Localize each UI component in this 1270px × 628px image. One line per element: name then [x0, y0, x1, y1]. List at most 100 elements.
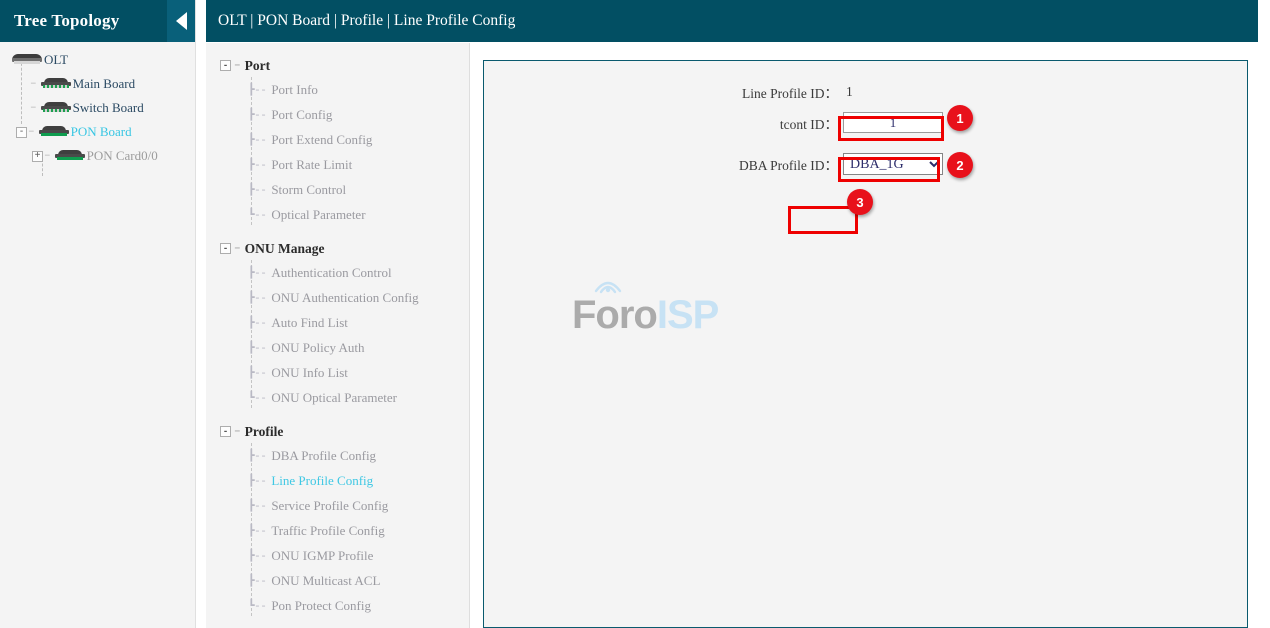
menu-item-label: Optical Parameter	[271, 207, 365, 223]
menu-group-label: ONU Manage	[245, 241, 325, 257]
menu-item-label: Port Config	[271, 107, 332, 123]
line-profile-id-value: 1	[846, 84, 853, 100]
menu-item-label: Port Rate Limit	[271, 157, 352, 173]
menu-item-onu-multicast-acl[interactable]: ┣-- ONU Multicast ACL	[206, 568, 469, 593]
line-profile-config-panel: Line Profile ID： 1 tcont ID： DBA Profile…	[483, 60, 1248, 628]
device-pon-board-icon	[39, 126, 69, 138]
menu-tick-icon: ┣--	[248, 524, 266, 538]
menu-tick-icon: ┣--	[248, 366, 266, 380]
tree-node-label: PON Card0/0	[87, 148, 158, 164]
menu-tick-icon: ┣--	[248, 341, 266, 355]
tree-topology-header: Tree Topology	[0, 0, 195, 42]
menu-group-profile[interactable]: - – Profile	[206, 420, 469, 443]
menu-connector-icon: –	[234, 60, 241, 72]
annotation-badge-1: 1	[947, 105, 973, 131]
menu-tick-icon: ┣--	[248, 183, 266, 197]
collapse-triangle-icon	[176, 12, 187, 30]
tree-node-switch-board[interactable]: – Switch Board	[0, 96, 195, 120]
menu-item-auto-find-list[interactable]: ┣-- Auto Find List	[206, 310, 469, 335]
menu-tick-icon: ┣--	[248, 449, 266, 463]
dba-profile-id-row: DBA Profile ID： DBA_1G	[484, 153, 1247, 175]
menu-item-onu-igmp-profile[interactable]: ┣-- ONU IGMP Profile	[206, 543, 469, 568]
menu-expander-icon[interactable]: -	[220, 243, 231, 254]
menu-item-label: Port Extend Config	[271, 132, 372, 148]
menu-tick-icon: ┗--	[248, 391, 266, 405]
annotation-badge-3: 3	[847, 189, 873, 215]
menu-tick-icon: ┣--	[248, 549, 266, 563]
tree-connector-icon: –	[28, 126, 35, 138]
tree-expander-collapse-icon[interactable]: -	[16, 127, 27, 138]
menu-item-label: ONU Info List	[271, 365, 348, 381]
menu-item-label: ONU Multicast ACL	[271, 573, 380, 589]
tree-topology-body: OLT – Main Board – Switch Board -	[0, 42, 195, 168]
tree-node-label: OLT	[44, 52, 68, 68]
device-board-icon	[41, 102, 71, 114]
menu-item-onu-authentication-config[interactable]: ┣-- ONU Authentication Config	[206, 285, 469, 310]
dba-profile-id-select[interactable]: DBA_1G	[843, 153, 943, 175]
menu-item-service-profile-config[interactable]: ┣-- Service Profile Config	[206, 493, 469, 518]
dba-profile-id-label: DBA Profile ID：	[484, 154, 838, 174]
breadcrumb-bar: OLT | PON Board | Profile | Line Profile…	[206, 0, 1258, 42]
tree-node-label: Switch Board	[73, 100, 144, 116]
tree-node-pon-board[interactable]: - – PON Board	[0, 120, 195, 144]
menu-item-label: DBA Profile Config	[271, 448, 376, 464]
navigation-menu-panel: - – Port ┣-- Port Info ┣-- Port Config ┣…	[206, 43, 470, 628]
tree-connector-icon: –	[30, 78, 37, 90]
menu-group-label: Profile	[245, 424, 284, 440]
menu-expander-icon[interactable]: -	[220, 426, 231, 437]
tree-node-olt[interactable]: OLT	[0, 48, 195, 72]
menu-tick-icon: ┣--	[248, 108, 266, 122]
menu-item-label: Storm Control	[271, 182, 346, 198]
menu-item-port-info[interactable]: ┣-- Port Info	[206, 77, 469, 102]
foroisp-watermark: Foro ISP	[572, 293, 718, 338]
tree-node-label: PON Board	[71, 124, 132, 140]
menu-item-label: Traffic Profile Config	[271, 523, 384, 539]
device-board-icon	[41, 78, 71, 90]
device-olt-icon	[12, 54, 42, 66]
tree-expander-expand-icon[interactable]: +	[32, 151, 43, 162]
tree-topology-title: Tree Topology	[0, 11, 119, 31]
menu-item-pon-protect-config[interactable]: ┗-- Pon Protect Config	[206, 593, 469, 618]
menu-item-onu-policy-auth[interactable]: ┣-- ONU Policy Auth	[206, 335, 469, 360]
menu-tick-icon: ┗--	[248, 599, 266, 613]
menu-group-onu-manage-items: ┣-- Authentication Control ┣-- ONU Authe…	[206, 260, 469, 410]
menu-tick-icon: ┣--	[248, 474, 266, 488]
menu-item-storm-control[interactable]: ┣-- Storm Control	[206, 177, 469, 202]
menu-item-optical-parameter[interactable]: ┗-- Optical Parameter	[206, 202, 469, 227]
tree-connector-icon: –	[44, 150, 51, 162]
menu-connector-icon: –	[234, 243, 241, 255]
watermark-text-secondary: ISP	[657, 293, 718, 338]
tcont-id-input[interactable]	[843, 112, 943, 133]
menu-item-onu-info-list[interactable]: ┣-- ONU Info List	[206, 360, 469, 385]
watermark-text-primary: Foro	[572, 293, 657, 338]
menu-item-traffic-profile-config[interactable]: ┣-- Traffic Profile Config	[206, 518, 469, 543]
antenna-signal-icon	[586, 271, 630, 295]
menu-item-onu-optical-parameter[interactable]: ┗-- ONU Optical Parameter	[206, 385, 469, 410]
menu-item-line-profile-config[interactable]: ┣-- Line Profile Config	[206, 468, 469, 493]
device-pon-card-icon	[55, 150, 85, 162]
tree-node-pon-card[interactable]: + – PON Card0/0	[0, 144, 195, 168]
menu-item-port-config[interactable]: ┣-- Port Config	[206, 102, 469, 127]
menu-group-onu-manage[interactable]: - – ONU Manage	[206, 237, 469, 260]
menu-item-port-rate-limit[interactable]: ┣-- Port Rate Limit	[206, 152, 469, 177]
menu-item-label: ONU Optical Parameter	[271, 390, 397, 406]
menu-group-port-items: ┣-- Port Info ┣-- Port Config ┣-- Port E…	[206, 77, 469, 227]
menu-tick-icon: ┣--	[248, 266, 266, 280]
menu-item-authentication-control[interactable]: ┣-- Authentication Control	[206, 260, 469, 285]
menu-expander-icon[interactable]: -	[220, 60, 231, 71]
menu-group-profile-items: ┣-- DBA Profile Config ┣-- Line Profile …	[206, 443, 469, 618]
tree-node-main-board[interactable]: – Main Board	[0, 72, 195, 96]
collapse-left-icon[interactable]	[167, 0, 195, 42]
menu-item-port-extend-config[interactable]: ┣-- Port Extend Config	[206, 127, 469, 152]
menu-group-port[interactable]: - – Port	[206, 54, 469, 77]
tree-connector-icon: –	[30, 102, 37, 114]
annotation-badge-2: 2	[947, 152, 973, 178]
menu-tick-icon: ┣--	[248, 499, 266, 513]
menu-item-label: Auto Find List	[271, 315, 348, 331]
menu-tick-icon: ┣--	[248, 83, 266, 97]
menu-tick-icon: ┣--	[248, 574, 266, 588]
menu-tick-icon: ┣--	[248, 291, 266, 305]
menu-item-dba-profile-config[interactable]: ┣-- DBA Profile Config	[206, 443, 469, 468]
menu-group-label: Port	[245, 58, 270, 74]
breadcrumb: OLT | PON Board | Profile | Line Profile…	[206, 12, 515, 30]
